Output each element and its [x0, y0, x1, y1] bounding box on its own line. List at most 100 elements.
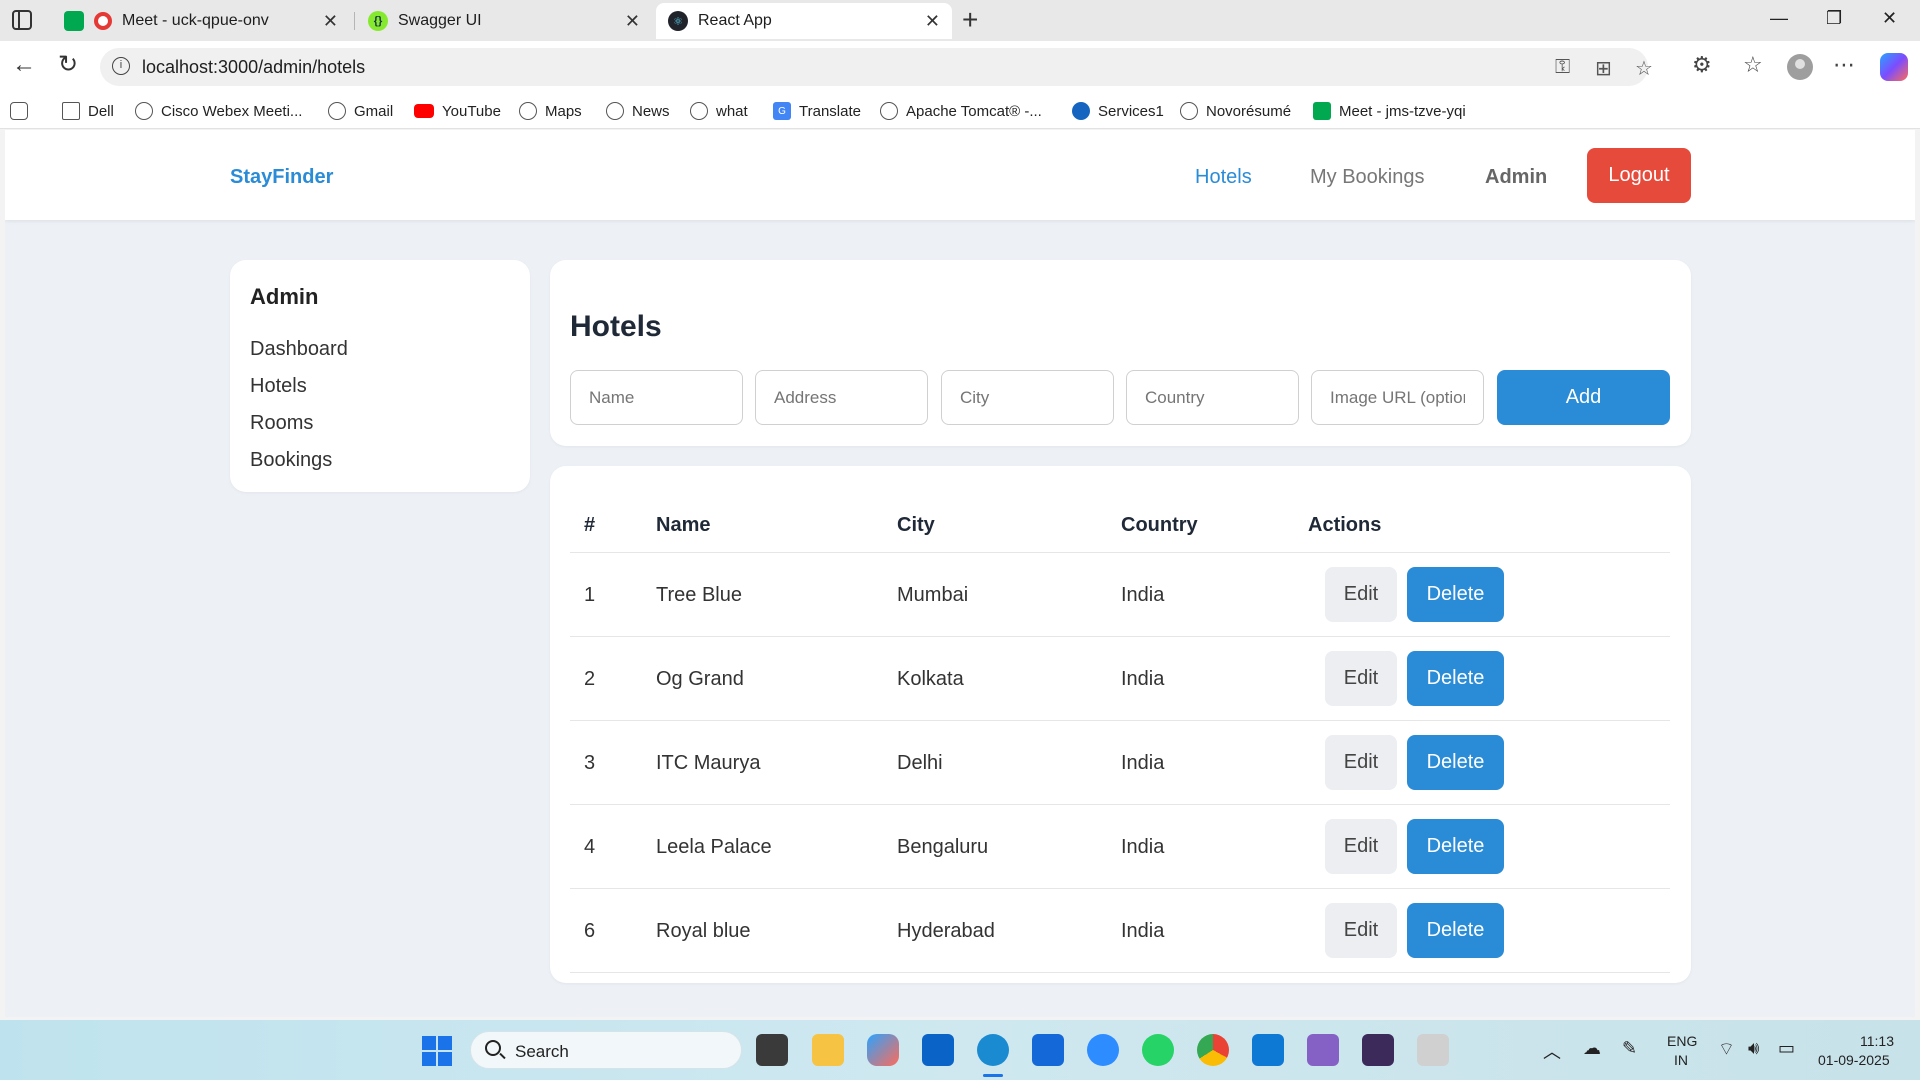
close-icon[interactable]: ✕	[625, 11, 640, 32]
delete-button[interactable]: Delete	[1407, 819, 1504, 874]
copilot-app-icon[interactable]	[867, 1034, 899, 1066]
bookmark-tomcat[interactable]: Apache Tomcat® -...	[880, 99, 1042, 123]
tab-actions-icon[interactable]	[12, 10, 32, 30]
close-icon[interactable]: ✕	[925, 11, 940, 32]
bookmark-what[interactable]: what	[690, 99, 748, 123]
vscode-icon[interactable]	[1252, 1034, 1284, 1066]
delete-button[interactable]: Delete	[1407, 735, 1504, 790]
favorite-star-icon[interactable]: ☆	[1635, 56, 1653, 81]
pen-icon[interactable]: ✎	[1622, 1038, 1637, 1059]
hotel-city-input[interactable]	[941, 370, 1114, 425]
edit-button[interactable]: Edit	[1325, 735, 1397, 790]
sidebar-item-hotels[interactable]: Hotels	[250, 375, 307, 398]
extensions-icon[interactable]: ⚙	[1692, 53, 1712, 77]
whatsapp-icon[interactable]	[1142, 1034, 1174, 1066]
bookmarks-bar: Dell Cisco Webex Meeti... Gmail YouTube …	[0, 93, 1920, 129]
bookmark-novoresume[interactable]: Novorésumé	[1180, 99, 1291, 123]
tab-react-app[interactable]: ⚛ React App ✕	[656, 3, 952, 39]
back-icon[interactable]: ←	[12, 53, 36, 77]
browser-toolbar: ← ↻ i localhost:3000/admin/hotels ⚿ ⊞ ☆ …	[0, 41, 1920, 93]
app-navbar: StayFinder Hotels My Bookings Admin Logo…	[5, 130, 1915, 220]
minimize-icon[interactable]: —	[1770, 8, 1788, 29]
store-icon[interactable]	[1032, 1034, 1064, 1066]
onedrive-icon[interactable]: ☁	[1583, 1038, 1601, 1059]
battery-icon[interactable]: ▭	[1778, 1038, 1795, 1059]
restore-icon[interactable]: ❐	[1826, 8, 1842, 29]
tab-swagger[interactable]: {} Swagger UI ✕	[356, 3, 652, 39]
bookmark-news[interactable]: News	[606, 99, 670, 123]
task-view-icon[interactable]	[756, 1034, 788, 1066]
nav-admin[interactable]: Admin	[1485, 166, 1547, 189]
row-country: India	[1121, 836, 1165, 858]
windows-start-icon[interactable]	[422, 1036, 452, 1066]
services-icon	[1072, 102, 1090, 120]
file-explorer-icon[interactable]	[812, 1034, 844, 1066]
globe-icon	[606, 102, 624, 120]
volume-icon[interactable]: 🔊︎	[1748, 1038, 1759, 1059]
visual-studio-icon[interactable]	[1307, 1034, 1339, 1066]
edit-button[interactable]: Edit	[1325, 567, 1397, 622]
tab-separator	[354, 12, 355, 30]
bookmark-translate[interactable]: G Translate	[773, 99, 861, 123]
address-bar[interactable]: i localhost:3000/admin/hotels ⚿ ⊞ ☆	[100, 48, 1653, 86]
copilot-icon[interactable]	[1880, 53, 1908, 81]
delete-button[interactable]: Delete	[1407, 903, 1504, 958]
delete-button[interactable]: Delete	[1407, 651, 1504, 706]
wifi-icon[interactable]: ⌔	[1718, 1038, 1735, 1061]
clock-time[interactable]: 11:13	[1860, 1033, 1894, 1049]
hotel-image-url-input[interactable]	[1311, 370, 1484, 425]
sidebar-title: Admin	[250, 284, 319, 309]
hotel-address-input[interactable]	[755, 370, 928, 425]
hotel-country-input[interactable]	[1126, 370, 1299, 425]
bookmark-meet[interactable]: Meet - jms-tzve-yqi	[1313, 99, 1466, 123]
globe-icon	[328, 102, 346, 120]
language-bottom[interactable]: IN	[1674, 1052, 1688, 1068]
bookmark-dell[interactable]: Dell	[62, 99, 114, 123]
add-hotel-button[interactable]: Add	[1497, 370, 1670, 425]
edge-icon[interactable]	[977, 1034, 1009, 1066]
edit-button[interactable]: Edit	[1325, 819, 1397, 874]
reload-icon[interactable]: ↻	[58, 53, 78, 77]
show-hidden-icons-icon[interactable]: ︿	[1543, 1038, 1561, 1064]
chrome-icon[interactable]	[1197, 1034, 1229, 1066]
nav-my-bookings[interactable]: My Bookings	[1310, 166, 1425, 189]
recording-icon	[94, 12, 112, 30]
bookmark-services1[interactable]: Services1	[1072, 99, 1164, 123]
tab-meet[interactable]: Meet - uck-qpue-onv ✕	[52, 3, 350, 39]
favorites-icon[interactable]: ☆	[1743, 53, 1763, 77]
delete-button[interactable]: Delete	[1407, 567, 1504, 622]
logout-button[interactable]: Logout	[1587, 148, 1691, 203]
tab-title: Meet - uck-qpue-onv	[122, 12, 269, 29]
sidebar-item-bookings[interactable]: Bookings	[250, 449, 332, 472]
more-menu-icon[interactable]: ⋯	[1833, 53, 1855, 77]
bookmark-youtube[interactable]: YouTube	[414, 99, 501, 123]
reading-list-icon[interactable]	[10, 99, 36, 123]
edit-button[interactable]: Edit	[1325, 651, 1397, 706]
terminal-icon[interactable]	[1362, 1034, 1394, 1066]
language-top[interactable]: ENG	[1667, 1033, 1697, 1049]
nav-hotels[interactable]: Hotels	[1195, 166, 1252, 189]
app-available-icon[interactable]: ⊞	[1595, 56, 1612, 81]
clock-date[interactable]: 01-09-2025	[1818, 1052, 1890, 1068]
snipping-tool-icon[interactable]	[1417, 1034, 1449, 1066]
password-key-icon[interactable]: ⚿	[1555, 56, 1570, 79]
bookmark-maps[interactable]: Maps	[519, 99, 582, 123]
sidebar-item-rooms[interactable]: Rooms	[250, 412, 313, 435]
url-text[interactable]: localhost:3000/admin/hotels	[142, 57, 365, 78]
zoom-icon[interactable]	[1087, 1034, 1119, 1066]
row-city: Kolkata	[897, 668, 964, 690]
sidebar-item-dashboard[interactable]: Dashboard	[250, 338, 348, 361]
edit-button[interactable]: Edit	[1325, 903, 1397, 958]
bookmark-gmail[interactable]: Gmail	[328, 99, 393, 123]
brand-logo[interactable]: StayFinder	[230, 166, 333, 189]
taskbar-search[interactable]: Search	[470, 1031, 742, 1069]
row-name: Leela Palace	[656, 836, 772, 858]
window-close-icon[interactable]: ✕	[1882, 8, 1897, 29]
hotel-name-input[interactable]	[570, 370, 743, 425]
outlook-icon[interactable]	[922, 1034, 954, 1066]
new-tab-button[interactable]: +	[962, 6, 978, 34]
close-icon[interactable]: ✕	[323, 11, 338, 32]
profile-avatar[interactable]	[1787, 54, 1813, 80]
site-info-icon[interactable]: i	[112, 57, 130, 75]
bookmark-webex[interactable]: Cisco Webex Meeti...	[135, 99, 302, 123]
